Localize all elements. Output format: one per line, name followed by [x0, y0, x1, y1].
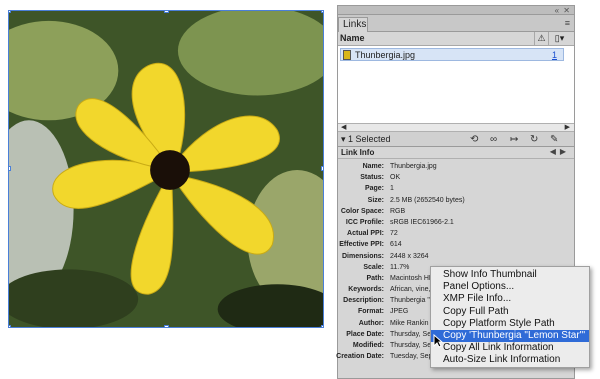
- menu-item-xmp-file-info[interactable]: XMP File Info...: [431, 293, 589, 305]
- selection-status[interactable]: ▾ 1 Selected: [341, 134, 391, 145]
- info-row: Status: OK: [360, 174, 401, 182]
- resize-handle-bottom[interactable]: [164, 325, 169, 327]
- context-menu: Show Info Thumbnail Panel Options... XMP…: [430, 266, 590, 368]
- selection-toolbar: ▾ 1 Selected ⟲ ∞ ↦ ↻ ✎: [338, 132, 574, 147]
- links-list: Thunbergia.jpg 1: [338, 46, 574, 123]
- panel-titlebar[interactable]: « ✕: [338, 6, 574, 15]
- flower-photo: [9, 11, 323, 327]
- name-column-header[interactable]: Name: [340, 33, 365, 43]
- resize-handle-top-right[interactable]: [321, 11, 323, 13]
- update-link-icon[interactable]: ↻: [530, 134, 538, 145]
- link-info-title: Link Info: [341, 148, 375, 157]
- page-icon[interactable]: ▯▾: [548, 32, 570, 45]
- file-name: Thunbergia.jpg: [355, 50, 416, 60]
- selection-count: 1 Selected: [348, 134, 391, 144]
- link-icon[interactable]: ∞: [490, 134, 497, 145]
- resize-handle-right[interactable]: [321, 166, 323, 171]
- column-header: Name ⚠ ▯▾: [338, 32, 574, 46]
- menu-item-copy-full-path[interactable]: Copy Full Path: [431, 306, 589, 318]
- scroll-right-icon[interactable]: ▶: [565, 123, 570, 131]
- menu-item-copy-all-link-information[interactable]: Copy All Link Information: [431, 342, 589, 354]
- tab-links[interactable]: Links: [338, 17, 368, 32]
- goto-link-icon[interactable]: ↦: [510, 134, 518, 145]
- panel-tab-row: Links ≡: [338, 15, 574, 32]
- menu-item-auto-size-link-information[interactable]: Auto-Size Link Information: [431, 354, 589, 366]
- list-item[interactable]: Thunbergia.jpg 1: [340, 48, 564, 61]
- info-row: Effective PPI: 614: [339, 241, 402, 249]
- info-row: Name: Thunbergia.jpg: [362, 163, 437, 170]
- horizontal-scrollbar[interactable]: ◀ ▶: [338, 123, 574, 132]
- menu-item-panel-options[interactable]: Panel Options...: [431, 281, 589, 293]
- warning-icon[interactable]: ⚠: [534, 32, 548, 45]
- panel-menu-icon[interactable]: ≡: [565, 18, 570, 28]
- image-frame[interactable]: [8, 10, 324, 328]
- resize-handle-left[interactable]: [9, 166, 11, 171]
- image-file-icon: [343, 50, 351, 60]
- menu-item-copy-platform-style-path[interactable]: Copy Platform Style Path: [431, 318, 589, 330]
- link-info-header[interactable]: Link Info ◀▶: [338, 147, 574, 159]
- info-row: Page: 1: [364, 185, 394, 193]
- prev-next-icon[interactable]: ◀▶: [550, 147, 570, 156]
- resize-handle-top-left[interactable]: [9, 11, 11, 13]
- info-row: ICC Profile: sRGB IEC61966-2.1: [345, 218, 454, 226]
- info-row: Size: 2.5 MB (2652540 bytes): [367, 196, 465, 204]
- info-row: Actual PPI: 72: [347, 230, 398, 238]
- menu-item-copy-description[interactable]: Copy 'Thunbergia "Lemon Star"': [431, 329, 589, 343]
- collapse-close-icon[interactable]: « ✕: [555, 6, 571, 15]
- file-page-link[interactable]: 1: [552, 49, 557, 61]
- mouse-cursor-icon: [433, 334, 443, 348]
- info-row: Dimensions: 2448 x 3264: [341, 252, 429, 260]
- relink-icon[interactable]: ⟲: [470, 134, 478, 145]
- scroll-left-icon[interactable]: ◀: [341, 123, 346, 131]
- resize-handle-top[interactable]: [164, 11, 169, 13]
- info-row: Color Space: RGB: [340, 207, 406, 215]
- resize-handle-bottom-right[interactable]: [321, 325, 323, 327]
- edit-original-icon[interactable]: ✎: [550, 134, 558, 145]
- resize-handle-bottom-left[interactable]: [9, 325, 11, 327]
- menu-item-show-info-thumbnail[interactable]: Show Info Thumbnail: [431, 269, 589, 281]
